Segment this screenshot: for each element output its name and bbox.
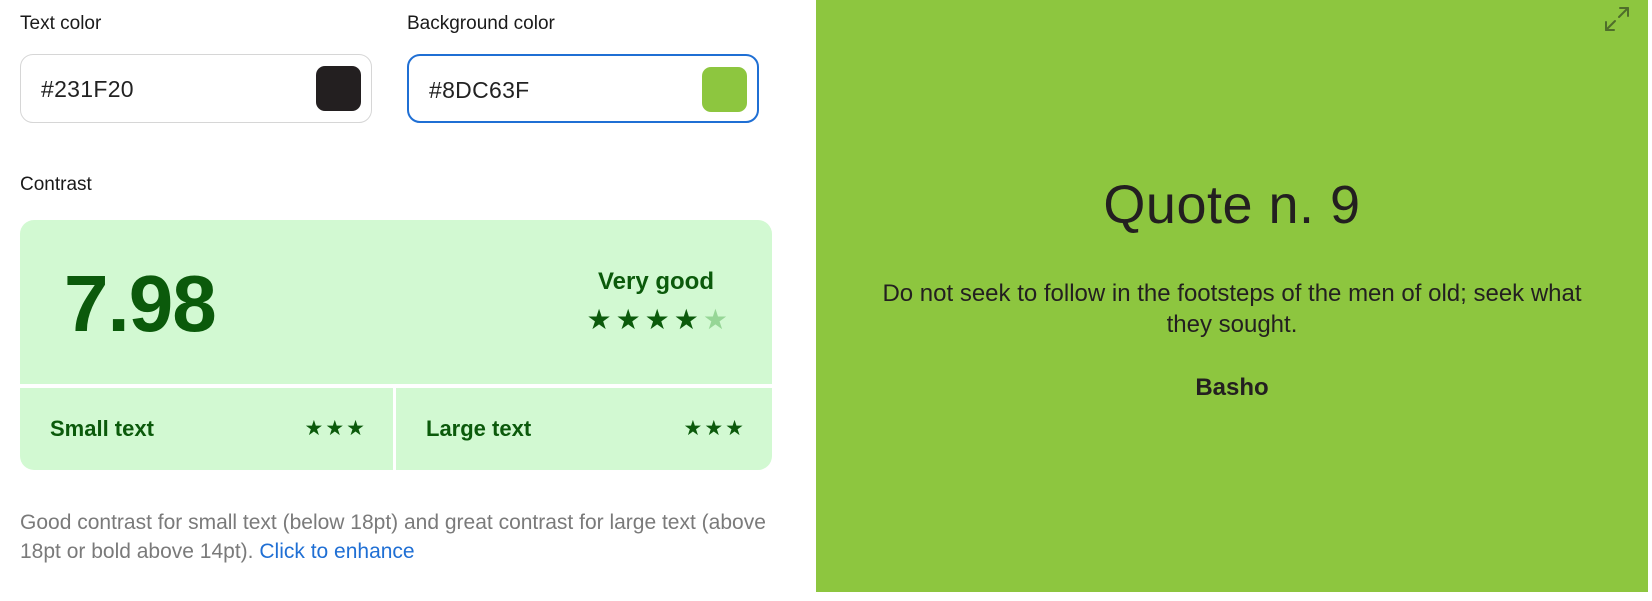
large-text-stars: ★ ★ ★ (684, 418, 744, 439)
background-color-swatch[interactable] (702, 67, 747, 112)
preview-panel: Quote n. 9 Do not seek to follow in the … (816, 0, 1648, 592)
rating-star-icon: ★ (644, 304, 670, 335)
text-color-input[interactable]: #231F20 (41, 76, 134, 103)
small-text-stars: ★ ★ ★ (305, 418, 365, 439)
rating-star-icon: ★ (586, 304, 612, 335)
small-text-star-icon: ★ (304, 417, 324, 440)
expand-icon[interactable] (1602, 4, 1632, 34)
contrast-description: Good contrast for small text (below 18pt… (20, 508, 800, 566)
rating-star-icon: ★ (673, 304, 699, 335)
rating-label: Very good (597, 268, 714, 295)
small-text-star-icon: ★ (325, 417, 345, 440)
small-text-label: Small text (50, 416, 154, 441)
rating-stars: ★ ★ ★ ★ ★ (586, 306, 728, 334)
contrast-ratio: 7.98 (64, 259, 217, 348)
quote-author: Basho (1195, 374, 1269, 401)
large-text-star-icon: ★ (725, 417, 744, 440)
text-color-swatch[interactable] (316, 66, 361, 111)
text-color-field[interactable]: #231F20 (20, 54, 372, 123)
background-color-label: Background color (407, 13, 555, 34)
rating-star-icon: ★ (615, 304, 641, 335)
background-color-field[interactable]: #8DC63F (407, 54, 759, 123)
rating-star-icon: ★ (702, 304, 728, 335)
large-text-label: Large text (426, 416, 532, 441)
text-color-label: Text color (20, 13, 102, 34)
enhance-link[interactable]: Click to enhance (259, 540, 414, 563)
small-text-star-icon: ★ (346, 417, 365, 440)
contrast-checker-page: Text color #231F20 Background color #8DC… (0, 0, 1652, 601)
small-text-card: Small text ★ ★ ★ (20, 388, 393, 470)
large-text-star-icon: ★ (704, 417, 724, 440)
background-color-input[interactable]: #8DC63F (429, 77, 530, 104)
contrast-label: Contrast (20, 174, 92, 195)
large-text-star-icon: ★ (683, 417, 703, 440)
quote-title: Quote n. 9 (1103, 175, 1361, 235)
large-text-card: Large text ★ ★ ★ (396, 388, 772, 470)
contrast-score-card: 7.98 Very good ★ ★ ★ ★ ★ (20, 220, 772, 384)
controls-panel: Text color #231F20 Background color #8DC… (0, 0, 816, 601)
quote-text: Do not seek to follow in the footsteps o… (882, 280, 1582, 338)
